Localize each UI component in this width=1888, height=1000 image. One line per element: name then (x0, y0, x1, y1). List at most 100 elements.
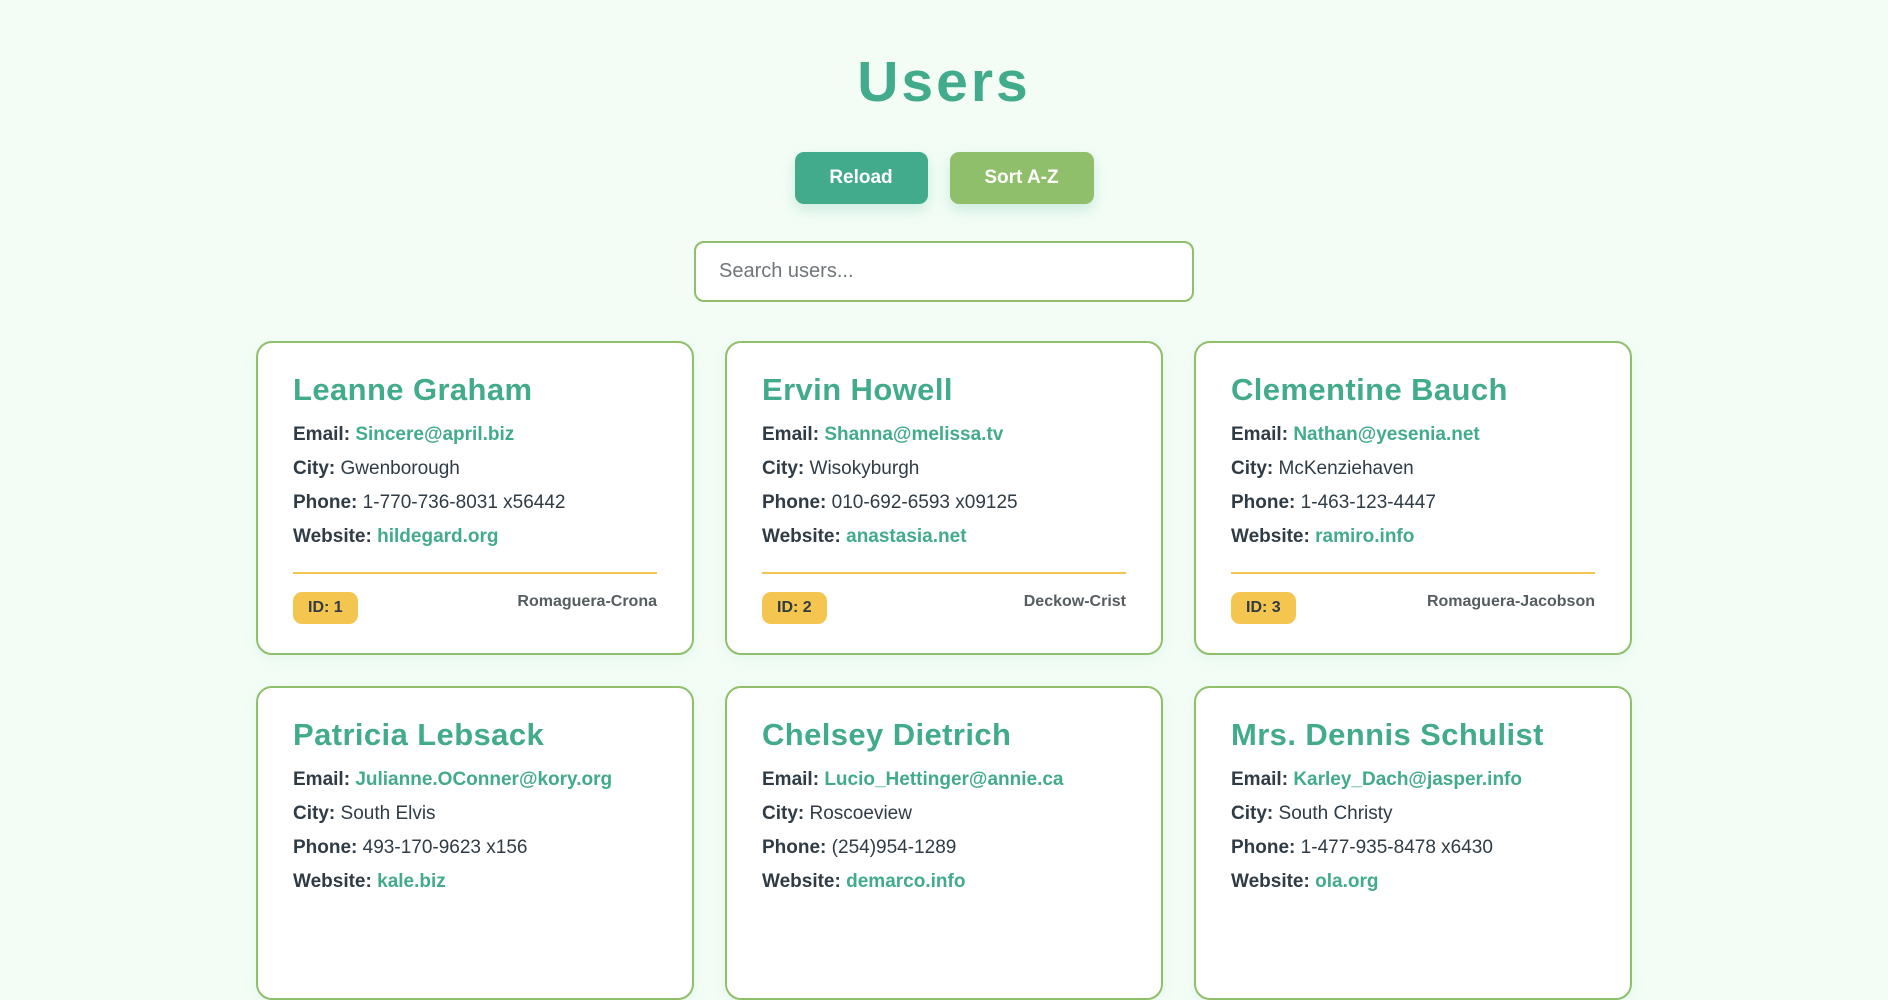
website-row: Website: hildegard.org (293, 520, 657, 554)
email-label: Email: (762, 424, 820, 445)
website-row: Website: ramiro.info (1231, 520, 1595, 554)
email-row: Email: Shanna@melissa.tv (762, 418, 1126, 452)
email-label: Email: (1231, 424, 1289, 445)
website-row: Website: kale.biz (293, 865, 657, 899)
reload-button[interactable]: Reload (794, 152, 928, 204)
website-label: Website: (1231, 526, 1310, 547)
user-name: Ervin Howell (762, 372, 953, 407)
user-name: Mrs. Dennis Schulist (1231, 717, 1544, 752)
id-badge: ID: 3 (1231, 592, 1296, 624)
card-divider (1231, 572, 1595, 574)
phone-row: Phone: 1-770-736-8031 x56442 (293, 486, 657, 520)
id-badge: ID: 1 (293, 592, 358, 624)
website-label: Website: (762, 526, 841, 547)
user-card: Patricia Lebsack Email: Julianne.OConner… (256, 686, 694, 1000)
city-value: Gwenborough (340, 458, 460, 479)
card-divider (293, 572, 657, 574)
user-card: Chelsey Dietrich Email: Lucio_Hettinger@… (725, 686, 1163, 1000)
phone-value: (254)954-1289 (831, 837, 957, 858)
city-row: City: Wisokyburgh (762, 452, 1126, 486)
email-link[interactable]: Shanna@melissa.tv (824, 424, 1003, 445)
search-container (694, 241, 1194, 302)
email-label: Email: (762, 769, 820, 790)
sort-az-button[interactable]: Sort A-Z (949, 152, 1094, 204)
company-name: Romaguera-Crona (517, 593, 657, 610)
email-label: Email: (293, 424, 351, 445)
user-card: Clementine Bauch Email: Nathan@yesenia.n… (1194, 341, 1632, 655)
email-link[interactable]: Julianne.OConner@kory.org (355, 769, 612, 790)
city-label: City: (1231, 458, 1274, 479)
email-row: Email: Julianne.OConner@kory.org (293, 763, 657, 797)
phone-value: 1-477-935-8478 x6430 (1300, 837, 1493, 858)
website-label: Website: (1231, 871, 1310, 892)
website-link[interactable]: demarco.info (846, 871, 965, 892)
city-value: South Christy (1278, 803, 1393, 824)
website-link[interactable]: kale.biz (377, 871, 446, 892)
email-link[interactable]: Nathan@yesenia.net (1293, 424, 1479, 445)
phone-row: Phone: 1-477-935-8478 x6430 (1231, 831, 1595, 865)
phone-row: Phone: 010-692-6593 x09125 (762, 486, 1126, 520)
phone-value: 1-463-123-4447 (1300, 492, 1436, 513)
email-link[interactable]: Lucio_Hettinger@annie.ca (824, 769, 1063, 790)
city-row: City: Gwenborough (293, 452, 657, 486)
page-title: Users (857, 50, 1031, 114)
website-link[interactable]: ramiro.info (1315, 526, 1414, 547)
phone-value: 1-770-736-8031 x56442 (362, 492, 566, 513)
email-row: Email: Nathan@yesenia.net (1231, 418, 1595, 452)
city-value: Wisokyburgh (809, 458, 920, 479)
phone-label: Phone: (1231, 837, 1296, 858)
company-name: Deckow-Crist (1023, 593, 1126, 610)
website-label: Website: (293, 526, 372, 547)
email-label: Email: (293, 769, 351, 790)
user-name: Chelsey Dietrich (762, 717, 1012, 752)
user-card: Leanne Graham Email: Sincere@april.biz C… (256, 341, 694, 655)
email-row: Email: Lucio_Hettinger@annie.ca (762, 763, 1126, 797)
website-row: Website: ola.org (1231, 865, 1595, 899)
city-label: City: (762, 803, 805, 824)
user-name: Patricia Lebsack (293, 717, 545, 752)
city-label: City: (293, 458, 336, 479)
id-badge: ID: 2 (762, 592, 827, 624)
website-row: Website: anastasia.net (762, 520, 1126, 554)
city-value: McKenziehaven (1278, 458, 1414, 479)
phone-label: Phone: (762, 492, 827, 513)
email-label: Email: (1231, 769, 1289, 790)
website-row: Website: demarco.info (762, 865, 1126, 899)
website-label: Website: (293, 871, 372, 892)
user-card-grid: Leanne Graham Email: Sincere@april.biz C… (256, 341, 1632, 1000)
email-row: Email: Karley_Dach@jasper.info (1231, 763, 1595, 797)
city-label: City: (1231, 803, 1274, 824)
company-name: Romaguera-Jacobson (1426, 593, 1595, 610)
phone-row: Phone: 493-170-9623 x156 (293, 831, 657, 865)
email-row: Email: Sincere@april.biz (293, 418, 657, 452)
toolbar: Reload Sort A-Z (0, 152, 1888, 204)
city-row: City: Roscoeview (762, 797, 1126, 831)
city-row: City: South Christy (1231, 797, 1595, 831)
city-row: City: South Elvis (293, 797, 657, 831)
phone-label: Phone: (1231, 492, 1296, 513)
city-value: South Elvis (340, 803, 436, 824)
user-name: Leanne Graham (293, 372, 533, 407)
website-label: Website: (762, 871, 841, 892)
website-link[interactable]: ola.org (1315, 871, 1378, 892)
user-card: Mrs. Dennis Schulist Email: Karley_Dach@… (1194, 686, 1632, 1000)
phone-label: Phone: (293, 837, 358, 858)
phone-label: Phone: (293, 492, 358, 513)
phone-label: Phone: (762, 837, 827, 858)
user-name: Clementine Bauch (1231, 372, 1508, 407)
website-link[interactable]: hildegard.org (377, 526, 498, 547)
city-label: City: (293, 803, 336, 824)
card-divider (762, 572, 1126, 574)
city-row: City: McKenziehaven (1231, 452, 1595, 486)
website-link[interactable]: anastasia.net (846, 526, 966, 547)
phone-row: Phone: 1-463-123-4447 (1231, 486, 1595, 520)
phone-row: Phone: (254)954-1289 (762, 831, 1126, 865)
city-label: City: (762, 458, 805, 479)
email-link[interactable]: Karley_Dach@jasper.info (1293, 769, 1522, 790)
search-input[interactable] (694, 241, 1194, 302)
email-link[interactable]: Sincere@april.biz (355, 424, 514, 445)
phone-value: 493-170-9623 x156 (362, 837, 528, 858)
phone-value: 010-692-6593 x09125 (831, 492, 1018, 513)
city-value: Roscoeview (809, 803, 912, 824)
user-card: Ervin Howell Email: Shanna@melissa.tv Ci… (725, 341, 1163, 655)
